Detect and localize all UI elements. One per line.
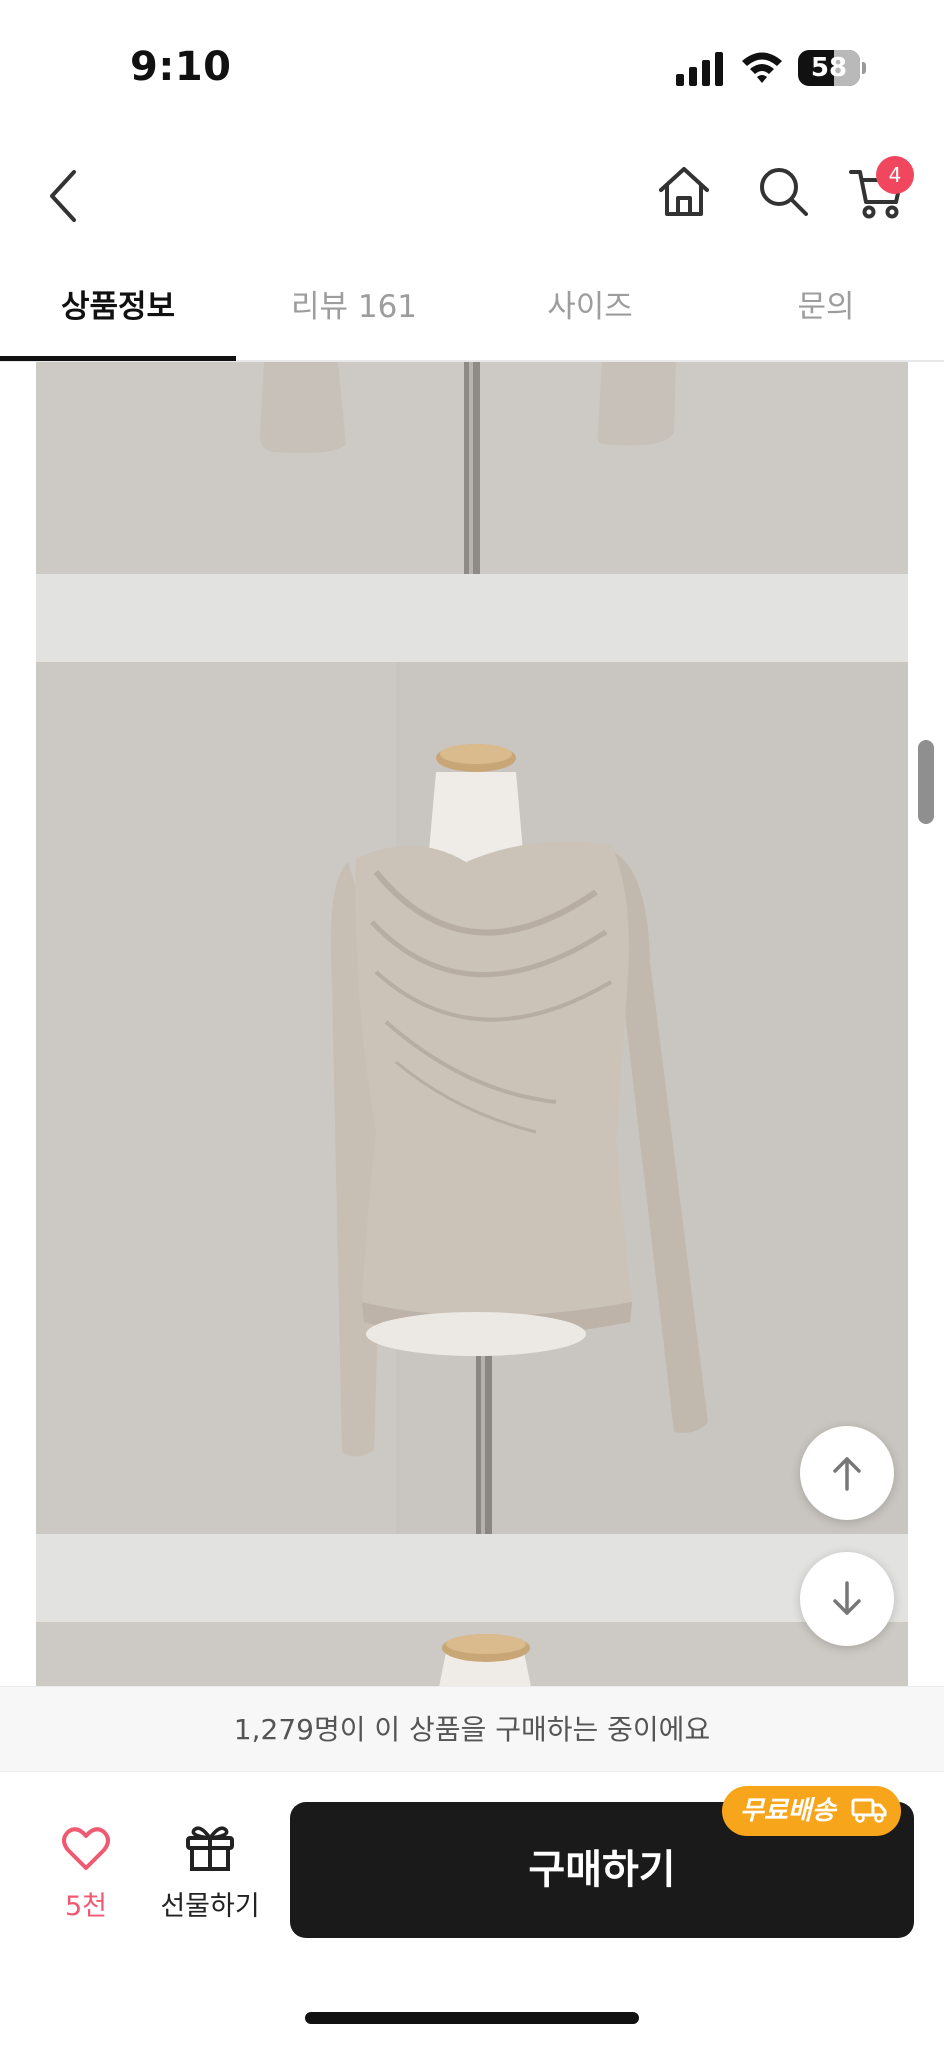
tab-size[interactable]: 사이즈 xyxy=(472,264,708,362)
status-bar: 9:10 58 xyxy=(0,0,944,140)
product-photo-bottom xyxy=(36,1622,908,1686)
bottom-action-bar: 5천 선물하기 구매하기 무료배송 xyxy=(0,1772,944,2046)
product-photo-top xyxy=(36,362,908,574)
like-count: 5천 xyxy=(64,1891,108,1922)
truck-icon xyxy=(851,1798,887,1823)
battery-icon: 58 xyxy=(798,50,866,86)
scroll-up-button[interactable] xyxy=(800,1426,894,1520)
cellular-signal-icon xyxy=(676,52,723,86)
purchasing-now-banner: 1,279명이 이 상품을 구매하는 중이에요 xyxy=(0,1686,944,1772)
image-gap xyxy=(36,1534,908,1622)
scroll-down-button[interactable] xyxy=(800,1552,894,1646)
tab-inquiry[interactable]: 문의 xyxy=(708,264,944,362)
search-icon[interactable] xyxy=(756,164,810,218)
product-photo-main xyxy=(36,662,908,1534)
home-icon[interactable] xyxy=(656,164,712,220)
tab-product-info[interactable]: 상품정보 xyxy=(0,264,236,362)
product-detail-content xyxy=(36,362,908,1686)
wifi-icon xyxy=(742,52,782,83)
free-shipping-badge: 무료배송 xyxy=(722,1786,901,1836)
battery-level: 58 xyxy=(810,53,848,83)
scrollbar-thumb[interactable] xyxy=(918,740,934,824)
top-nav xyxy=(0,140,944,250)
gift-button-label[interactable]: 선물하기 xyxy=(150,1884,270,1923)
active-tab-indicator xyxy=(0,356,236,361)
home-indicator xyxy=(305,2012,639,2024)
back-icon[interactable] xyxy=(44,166,84,226)
arrow-up-icon xyxy=(833,1457,861,1491)
image-gap xyxy=(36,574,908,662)
arrow-down-icon xyxy=(833,1581,861,1615)
gift-icon[interactable] xyxy=(184,1822,236,1872)
cart-count-badge: 4 xyxy=(876,156,914,194)
tab-reviews[interactable]: 리뷰 161 xyxy=(236,264,472,362)
heart-icon[interactable] xyxy=(62,1826,110,1872)
product-tabs: 상품정보 리뷰 161 사이즈 문의 xyxy=(0,264,944,362)
free-shipping-label: 무료배송 xyxy=(740,1796,836,1826)
status-time: 9:10 xyxy=(130,44,232,90)
